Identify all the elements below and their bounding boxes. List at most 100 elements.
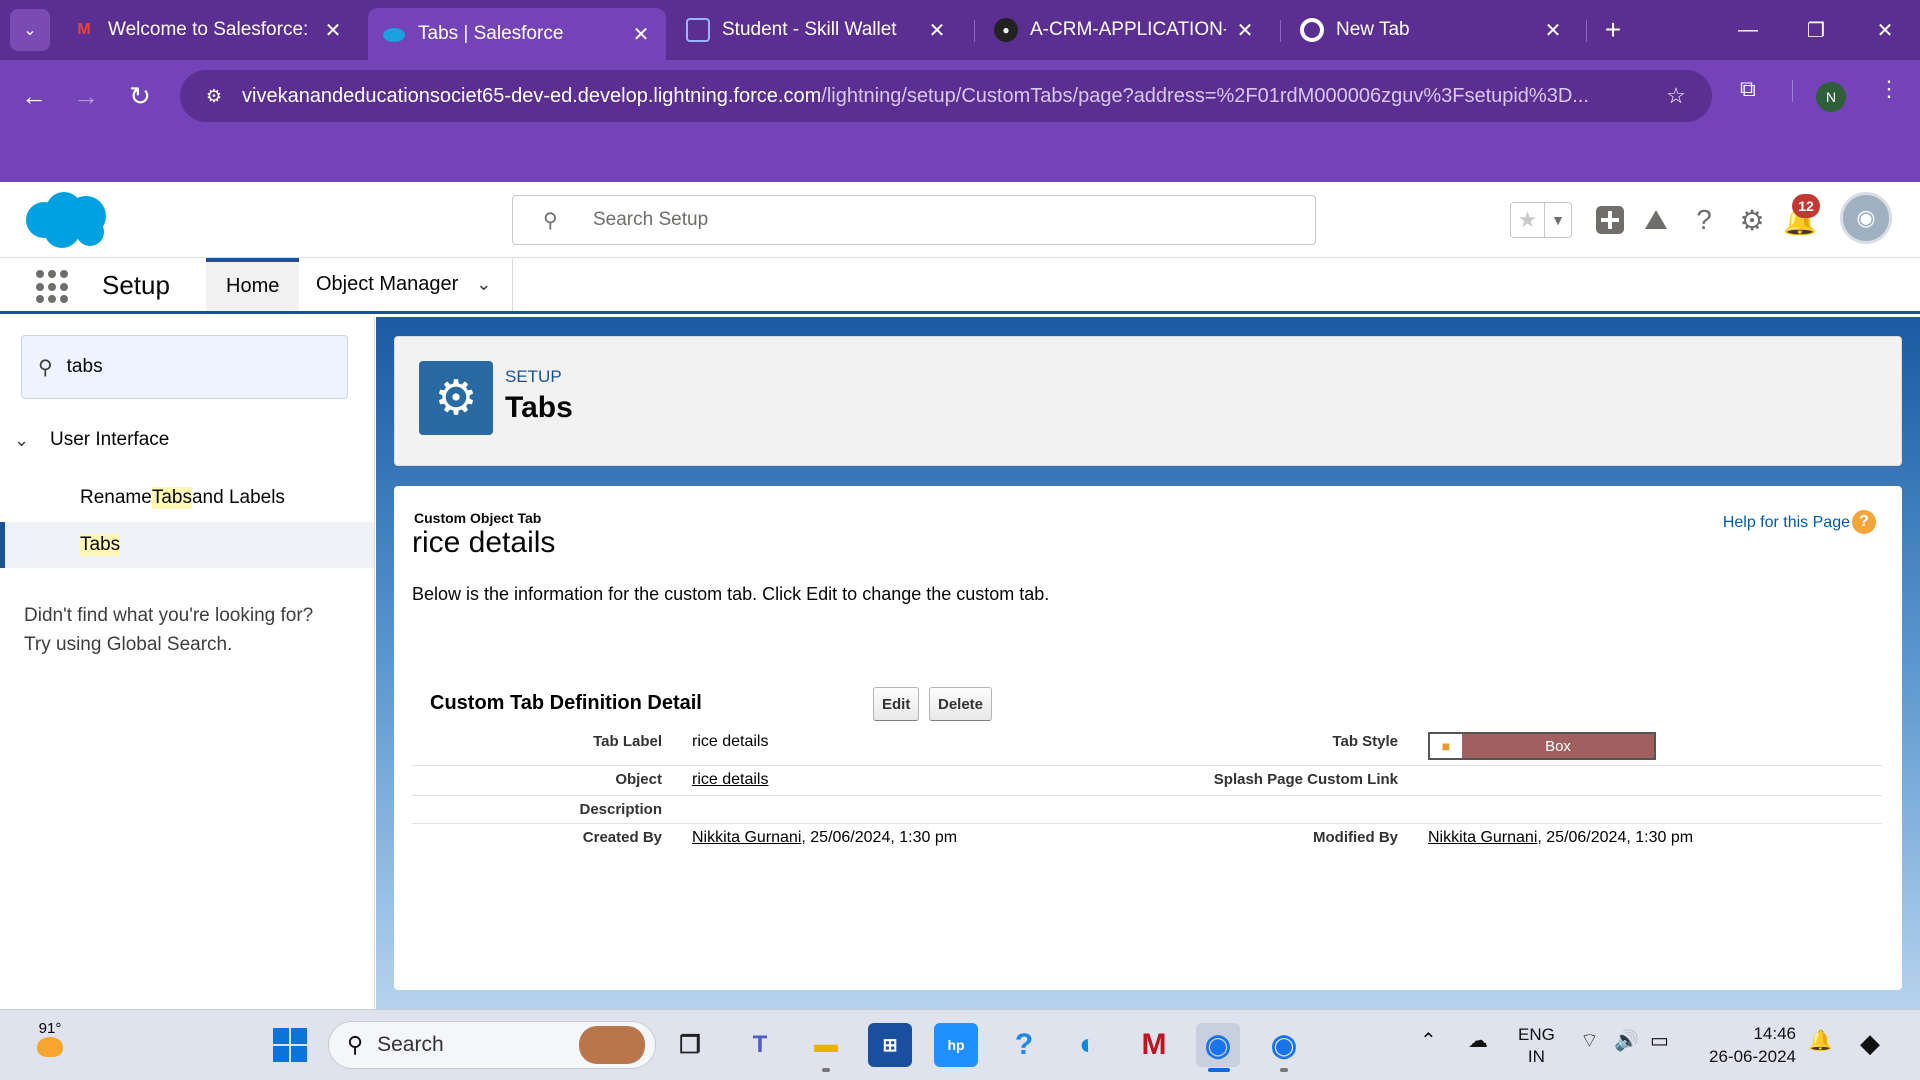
chrome-icon	[1300, 18, 1324, 42]
field-label-created-by: Created By	[582, 829, 662, 846]
search-highlight-image	[579, 1026, 645, 1064]
trailhead-icon[interactable]: ⛰	[1636, 200, 1676, 240]
salesforce-logo[interactable]	[22, 190, 112, 252]
windows-start-icon[interactable]	[268, 1023, 312, 1067]
clock-time: 14:46	[1753, 1024, 1796, 1043]
extensions-icon[interactable]: ⧉	[1740, 76, 1756, 102]
language-indicator[interactable]: ENG IN	[1518, 1024, 1555, 1068]
search-placeholder: Search Setup	[593, 209, 709, 230]
favorites-dropdown-icon[interactable]: ▼	[1545, 203, 1571, 237]
restore-icon[interactable]: ❐	[1793, 10, 1839, 50]
mcafee-icon[interactable]: M	[1132, 1023, 1176, 1067]
search-icon: ⚲	[543, 209, 558, 232]
browser-tab-salesforce[interactable]: Tabs | Salesforce ✕	[368, 8, 666, 60]
tree-item-rename-tabs-and-labels[interactable]: Rename Tabs and Labels	[0, 475, 374, 521]
page-title: Tabs	[505, 391, 573, 424]
browser-tab-gmail[interactable]: M Welcome to Salesforce: V ✕	[58, 8, 358, 52]
back-icon[interactable]: ←	[14, 76, 54, 116]
browser-tab-github[interactable]: ● A-CRM-APPLICATION-FC ✕	[980, 8, 1270, 52]
close-window-icon[interactable]: ✕	[1862, 10, 1908, 50]
delete-button[interactable]: Delete	[929, 687, 993, 721]
page-eyebrow: SETUP	[505, 367, 562, 386]
weather-widget[interactable]: 91°	[28, 1020, 72, 1064]
close-tab-icon[interactable]: ✕	[1234, 18, 1256, 43]
field-label-tab-label: Tab Label	[593, 733, 662, 750]
address-url[interactable]: vivekanandeducationsociet65-dev-ed.devel…	[242, 85, 1656, 108]
browser-tab-new-tab[interactable]: New Tab ✕	[1286, 8, 1578, 52]
teams-icon[interactable]: T	[738, 1023, 782, 1067]
object-link[interactable]: rice details	[692, 771, 768, 789]
minimize-icon[interactable]: —	[1725, 10, 1771, 50]
url-path: /lightning/setup/CustomTabs/page?address…	[821, 84, 1589, 107]
edge-icon[interactable]: ◐	[1066, 1023, 1110, 1067]
copilot-icon[interactable]: ◆	[1860, 1028, 1880, 1059]
chrome-profile-2-icon[interactable]: ◉	[1262, 1023, 1306, 1067]
global-actions-icon[interactable]	[1590, 200, 1630, 240]
salesforce-cloud-icon	[382, 22, 406, 46]
browser-tab-title: A-CRM-APPLICATION-FC	[1030, 19, 1226, 40]
system-clock[interactable]: 14:46 26-06-2024	[1700, 1022, 1796, 1068]
help-question-icon[interactable]: ?	[1852, 510, 1876, 534]
volume-icon[interactable]: 🔊	[1614, 1028, 1639, 1053]
favorite-star-icon[interactable]: ★	[1511, 203, 1545, 237]
search-icon: ⚲	[347, 1032, 364, 1057]
wifi-icon[interactable]: ⌔	[1580, 1028, 1599, 1053]
nav-tab-object-manager[interactable]: Object Manager ⌄	[296, 258, 511, 311]
close-tab-icon[interactable]: ✕	[322, 18, 344, 43]
notification-center-icon[interactable]: 🔔	[1808, 1028, 1833, 1053]
battery-icon[interactable]: ▭	[1650, 1028, 1669, 1053]
user-avatar[interactable]: ◉	[1840, 192, 1892, 244]
record-type-label: Custom Object Tab	[414, 510, 542, 526]
get-help-icon[interactable]: ?	[1002, 1023, 1046, 1067]
field-label-modified-by: Modified By	[1313, 829, 1398, 846]
nav-tab-label: Object Manager	[316, 273, 459, 295]
taskbar-search[interactable]: ⚲ Search	[328, 1021, 656, 1069]
chevron-down-icon: ⌄	[14, 429, 30, 450]
nav-tab-label: Home	[226, 275, 280, 297]
address-bar[interactable]: ⚙ vivekanandeducationsociet65-dev-ed.dev…	[180, 70, 1712, 122]
running-indicator	[822, 1068, 830, 1072]
site-info-icon[interactable]: ⚙	[194, 86, 234, 107]
profile-avatar[interactable]: N	[1816, 82, 1846, 112]
weather-sun-icon	[37, 1037, 63, 1057]
forward-icon[interactable]: →	[66, 76, 106, 116]
app-launcher-icon[interactable]	[36, 270, 70, 304]
browser-tab-title: Welcome to Salesforce: V	[108, 19, 314, 40]
created-date: , 25/06/2024, 1:30 pm	[801, 829, 958, 846]
close-tab-icon[interactable]: ✕	[926, 18, 948, 43]
section-title: Custom Tab Definition Detail	[430, 692, 702, 714]
tab-style-swatch: ■ Box	[1428, 732, 1656, 760]
tab-search-button[interactable]: ⌄	[10, 9, 50, 51]
myhp-icon[interactable]: hp	[934, 1023, 978, 1067]
salesforce-global-header: ⚲ Search Setup ★ ▼ ⛰ ? ⚙ 🔔 ◉	[0, 182, 1920, 258]
browser-tab-skill-wallet[interactable]: Student - Skill Wallet ✕	[672, 8, 962, 52]
new-tab-button[interactable]: +	[1590, 10, 1636, 50]
browser-menu-icon[interactable]: ⋮	[1878, 76, 1900, 102]
edit-button[interactable]: Edit	[873, 687, 920, 721]
created-by-user-link[interactable]: Nikkita Gurnani	[692, 829, 801, 846]
reload-icon[interactable]: ↻	[120, 76, 160, 116]
quick-find-input[interactable]: ⚲ tabs	[21, 335, 348, 399]
tree-item-tabs[interactable]: Tabs	[0, 522, 374, 568]
microsoft-store-icon[interactable]: ⊞	[868, 1023, 912, 1067]
show-hidden-icons[interactable]: ⌃	[1420, 1028, 1437, 1053]
help-for-page-link[interactable]: Help for this Page	[1723, 514, 1850, 532]
setup-gear-icon[interactable]: ⚙	[1732, 200, 1772, 240]
task-view-icon[interactable]: ❐	[668, 1023, 712, 1067]
bookmark-star-icon[interactable]: ☆	[1656, 83, 1696, 109]
file-explorer-icon[interactable]: ▬	[804, 1023, 848, 1067]
tree-section-user-interface[interactable]: ⌄ User Interface	[14, 429, 169, 451]
chrome-profile-1-icon[interactable]: ◉	[1196, 1023, 1240, 1067]
tab-divider	[1586, 20, 1587, 42]
setup-search-input[interactable]: ⚲ Search Setup	[512, 195, 1316, 245]
close-tab-icon[interactable]: ✕	[1542, 18, 1564, 43]
chevron-down-icon[interactable]: ⌄	[476, 274, 491, 295]
close-tab-icon[interactable]: ✕	[630, 22, 652, 47]
field-label-splash-page: Splash Page Custom Link	[1213, 771, 1398, 788]
page-description: Below is the information for the custom …	[412, 584, 1050, 604]
nav-tab-home[interactable]: Home	[206, 258, 300, 311]
modified-by-user-link[interactable]: Nikkita Gurnani	[1428, 829, 1537, 846]
onedrive-icon[interactable]: ☁	[1468, 1028, 1488, 1053]
gmail-icon: M	[77, 21, 91, 38]
help-icon[interactable]: ?	[1684, 200, 1724, 240]
